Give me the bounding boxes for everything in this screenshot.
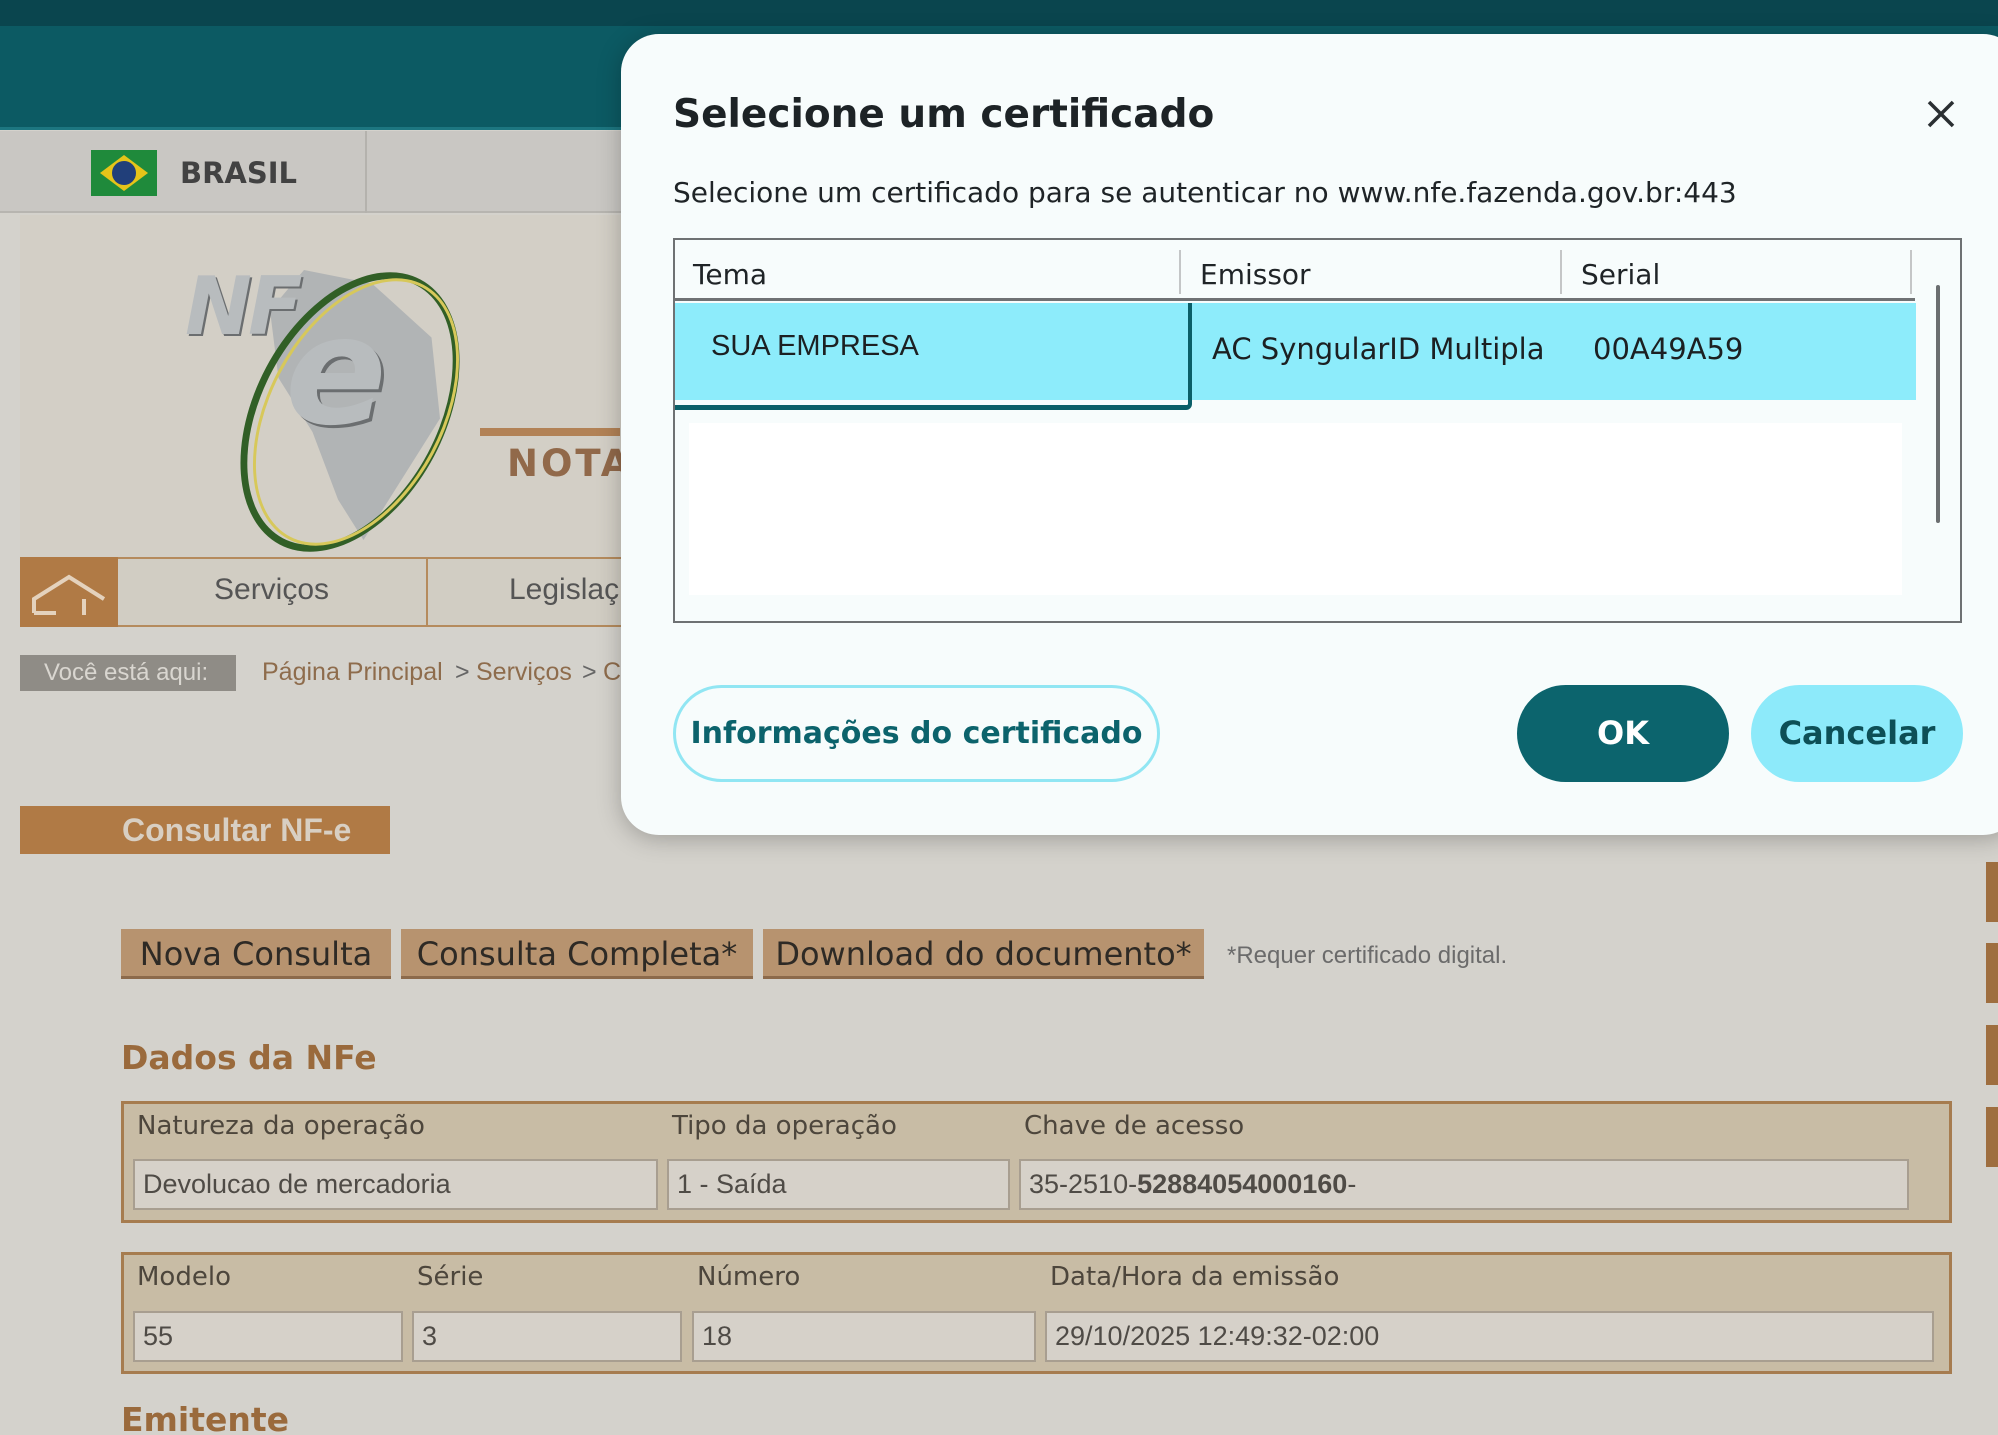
data-emissao-label: Data/Hora da emissão [1050, 1262, 1340, 1292]
column-divider[interactable] [1179, 250, 1181, 294]
home-button[interactable] [20, 557, 118, 627]
certificate-required-note: *Requer certificado digital. [1227, 942, 1508, 969]
breadcrumb-link-servicos[interactable]: Serviços [476, 658, 572, 687]
column-header-tema[interactable]: Tema [693, 258, 767, 291]
full-query-button[interactable]: Consulta Completa* [401, 929, 753, 979]
breadcrumb-separator: > [582, 658, 597, 686]
dialog-subtitle: Selecione um certificado para se autenti… [673, 176, 1737, 209]
page-title: Consultar NF-e [20, 806, 390, 854]
breadcrumb-link-home[interactable]: Página Principal [262, 658, 443, 687]
natureza-label: Natureza da operação [137, 1111, 425, 1141]
serie-label: Série [417, 1262, 484, 1292]
top-strip [0, 0, 1998, 26]
download-document-button[interactable]: Download do documento* [763, 929, 1204, 979]
chave-cnpj: 52884054000160 [1137, 1169, 1348, 1199]
close-icon [1927, 100, 1955, 128]
modelo-field[interactable]: 55 [133, 1311, 403, 1362]
banner-stripe [480, 428, 620, 436]
side-tab[interactable] [1986, 943, 1998, 1003]
data-emissao-field[interactable]: 29/10/2025 12:49:32-02:00 [1045, 1311, 1934, 1362]
tipo-label: Tipo da operação [672, 1111, 897, 1141]
menu-item-servicos[interactable]: Serviços [214, 573, 329, 607]
tipo-field[interactable]: 1 - Saída [667, 1159, 1010, 1210]
ok-button[interactable]: OK [1517, 685, 1729, 782]
menu-item-legislacao[interactable]: Legislaç [509, 573, 619, 607]
column-header-serial[interactable]: Serial [1581, 258, 1660, 291]
table-empty-area [689, 423, 1902, 595]
breadcrumb-prefix: Você está aqui: [20, 655, 236, 691]
section-title-emitente: Emitente [121, 1400, 290, 1435]
column-divider[interactable] [1560, 250, 1562, 294]
column-divider[interactable] [1910, 250, 1912, 294]
brazil-flag-icon[interactable] [91, 150, 157, 196]
section-title-dados: Dados da NFe [121, 1038, 377, 1077]
menu-divider [426, 557, 428, 627]
chave-label: Chave de acesso [1024, 1111, 1245, 1141]
side-tab[interactable] [1986, 1025, 1998, 1085]
column-header-emissor[interactable]: Emissor [1200, 258, 1311, 291]
chave-field[interactable]: 35-2510-52884054000160- [1019, 1159, 1909, 1210]
side-tab[interactable] [1986, 1107, 1998, 1167]
side-tab[interactable] [1986, 862, 1998, 922]
gov-bar-divider [365, 131, 367, 213]
numero-field[interactable]: 18 [692, 1311, 1036, 1362]
table-scrollbar[interactable] [1936, 285, 1940, 523]
breadcrumb-link-current[interactable]: C [603, 658, 621, 687]
chave-prefix: 35-2510- [1029, 1169, 1138, 1199]
cell-emissor[interactable]: AC SyngularID Multipla [1212, 332, 1545, 366]
numero-label: Número [697, 1262, 801, 1292]
nfe-logo-letters: NF [185, 260, 303, 353]
nfe-logo-e: e [285, 285, 387, 459]
cancel-button[interactable]: Cancelar [1751, 685, 1963, 782]
dialog-title: Selecione um certificado [673, 92, 1215, 137]
close-button[interactable] [1917, 90, 1965, 138]
new-query-button[interactable]: Nova Consulta [121, 929, 391, 979]
cell-serial[interactable]: 00A49A59 [1593, 332, 1743, 366]
chave-suffix: - [1347, 1169, 1357, 1199]
certificate-info-button[interactable]: Informações do certificado [673, 685, 1160, 782]
serie-field[interactable]: 3 [412, 1311, 682, 1362]
modelo-label: Modelo [137, 1262, 231, 1292]
banner-text: NOTA [507, 442, 633, 485]
breadcrumb-separator: > [455, 658, 470, 686]
home-icon [32, 574, 106, 615]
cell-tema[interactable]: SUA EMPRESA [711, 330, 919, 363]
country-label[interactable]: BRASIL [180, 156, 297, 190]
natureza-field[interactable]: Devolucao de mercadoria [133, 1159, 658, 1210]
